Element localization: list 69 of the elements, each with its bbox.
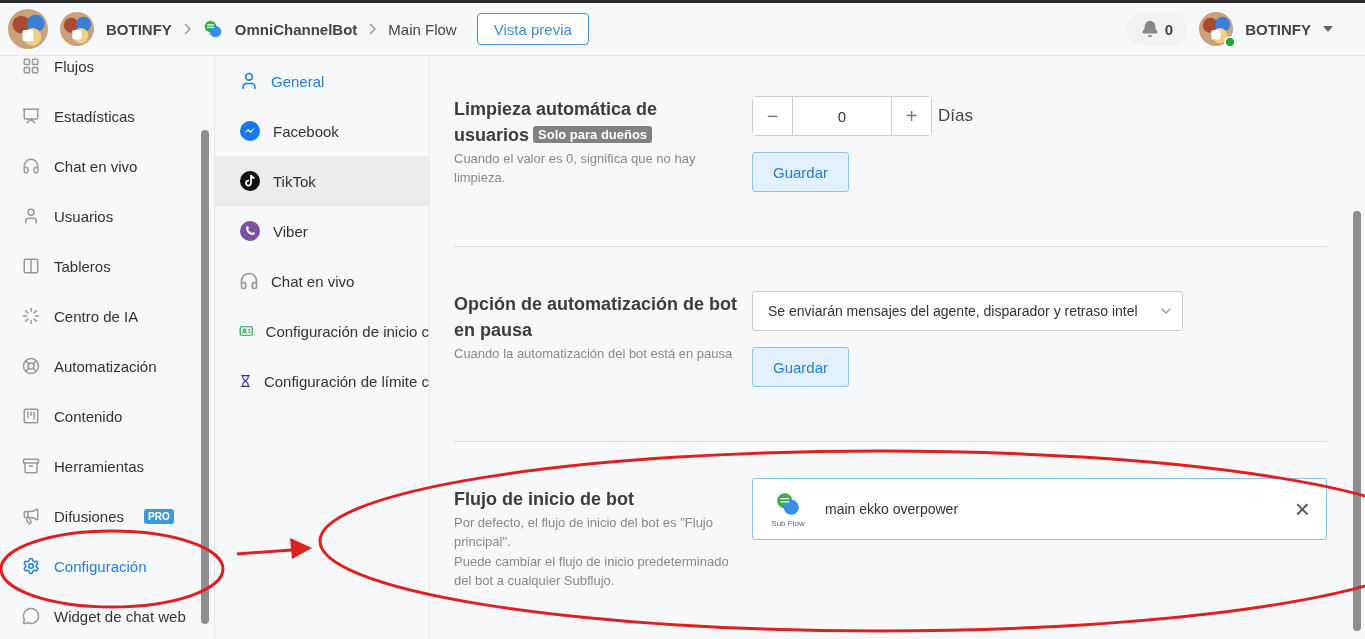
avatar — [60, 12, 94, 46]
sidebar-item[interactable]: Difusiones PRO — [22, 491, 214, 541]
sidebar-icon — [22, 207, 40, 225]
flow-name: main ekko overpower — [825, 501, 960, 517]
flow-type: Sub Flow — [771, 518, 805, 528]
settings-nav-item[interactable]: Configuración de inicio c — [215, 306, 429, 356]
owner-badge: Solo para dueños — [533, 126, 653, 143]
section-description: Puede cambiar el flujo de inicio predeterminado del bot a cualquier Subflujo. — [454, 553, 730, 590]
messenger-icon — [239, 120, 261, 142]
sidebar-item[interactable]: Usuarios — [22, 191, 214, 241]
settings-nav-item[interactable]: Facebook — [215, 106, 429, 156]
sidebar-icon — [22, 357, 40, 375]
sidebar-item[interactable]: Tableros — [22, 241, 214, 291]
close-button[interactable]: × — [1290, 496, 1314, 522]
workspace-name[interactable]: BOTINFY — [106, 20, 172, 38]
breadcrumb-item[interactable]: Main Flow — [388, 20, 457, 38]
avatar — [8, 9, 48, 49]
chevron-right-icon — [369, 23, 377, 35]
bell-icon — [1140, 20, 1159, 38]
sidebar-icon — [22, 457, 40, 475]
sidebar-item[interactable]: Flujos — [22, 56, 214, 91]
breadcrumb-item[interactable]: OmniChannelBot — [234, 20, 358, 38]
sidebar-icon — [22, 157, 40, 175]
section-description: Cuando el valor es 0, significa que no hay limpieza. — [454, 150, 697, 187]
caret-icon[interactable] — [1323, 26, 1333, 32]
section-description: Por defecto, el flujo de inicio del bot es "Flujo principal". — [454, 514, 714, 551]
phone-icon — [239, 220, 261, 242]
save-button[interactable]: Guardar — [752, 347, 850, 387]
number-stepper[interactable]: − 0 + — [752, 96, 932, 136]
section-title: Opción de automatización de bot en pausa — [454, 293, 739, 342]
sidebar-item[interactable]: Chat en vivo — [22, 141, 214, 191]
sidebar-item[interactable]: Widget de chat web — [22, 591, 214, 639]
user-name[interactable]: BOTINFY — [1245, 20, 1311, 38]
headphones-icon — [239, 271, 259, 291]
chevron-right-icon — [183, 23, 191, 35]
settings-nav-item[interactable]: TikTok — [215, 156, 429, 206]
section-title: Limpieza automática de usuarios Solo para dueños — [454, 98, 659, 147]
sidebar-icon — [22, 307, 40, 325]
flow-card[interactable]: Sub Flow main ekko overpower × — [752, 478, 1327, 540]
pro-badge: PRO — [144, 508, 174, 524]
sidebar-item[interactable]: Contenido — [22, 391, 214, 441]
unit-label: Días — [938, 106, 973, 126]
sidebar-item[interactable]: Centro de IA — [22, 291, 214, 341]
avatar — [1199, 12, 1234, 46]
settings-nav-item[interactable]: General — [215, 56, 429, 106]
sidebar-icon — [22, 57, 40, 75]
section-title: Flujo de inicio de bot — [454, 488, 635, 511]
sidebar-item[interactable]: Automatización — [22, 341, 214, 391]
select-field[interactable]: Se enviarán mensajes del agente, disparador y retraso intel — [752, 291, 1183, 331]
chat-bubbles-icon — [775, 490, 801, 517]
settings-nav-item[interactable]: Viber — [215, 206, 429, 256]
preview-button[interactable]: Vista previa — [476, 13, 589, 45]
sidebar-icon — [22, 507, 40, 525]
sidebar-icon — [22, 607, 40, 625]
section-description: Cuando la automatización del bot está en pausa — [454, 345, 734, 363]
user-icon — [239, 71, 259, 91]
sidebar-icon — [22, 407, 40, 425]
chat-bubbles-icon — [202, 19, 223, 39]
sidebar-item[interactable]: Estadísticas — [22, 91, 214, 141]
notifications-button[interactable]: 0 — [1126, 12, 1188, 46]
sidebar-icon — [22, 557, 40, 575]
save-button[interactable]: Guardar — [752, 152, 850, 192]
settings-nav-item[interactable]: Chat en vivo — [215, 256, 429, 306]
sidebar-item[interactable]: Configuración — [22, 541, 214, 591]
sidebar-icon — [22, 257, 40, 275]
sidebar-item[interactable]: Herramientas — [22, 441, 214, 491]
settings-nav-item[interactable]: Configuración de límite c — [215, 356, 429, 406]
sidebar-icon — [22, 107, 40, 125]
tiktok-icon — [239, 170, 261, 192]
